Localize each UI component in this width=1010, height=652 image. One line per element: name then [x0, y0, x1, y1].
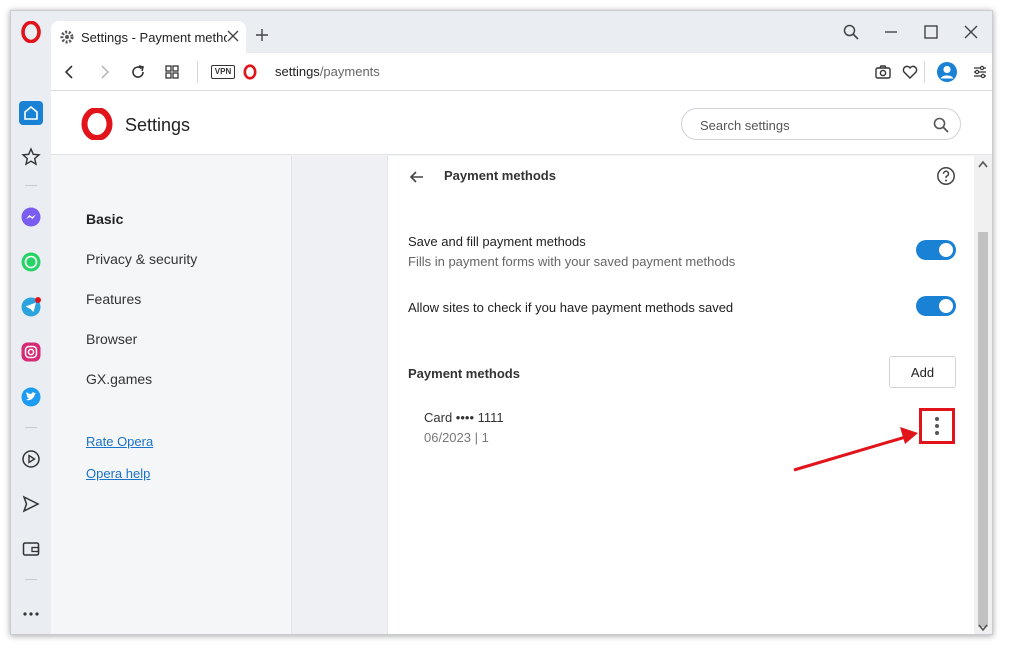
sidebar-divider-3 [25, 579, 37, 580]
scroll-thumb[interactable] [978, 232, 988, 627]
scroll-up-icon[interactable] [978, 160, 988, 168]
kebab-dot [935, 431, 939, 435]
tab-title: Settings - Payment methods [81, 29, 227, 45]
toggle-knob [939, 299, 953, 313]
content-gutter [291, 156, 387, 634]
browser-window: Settings - Payment methods [10, 10, 993, 635]
allow-check-toggle[interactable] [916, 296, 956, 316]
profile-avatar-icon[interactable] [936, 61, 958, 83]
close-window-icon[interactable] [962, 23, 980, 41]
card-title: Card •••• 1111 [424, 410, 504, 425]
wallet-icon[interactable] [21, 539, 41, 559]
player-icon[interactable] [21, 449, 41, 469]
toggle-knob [939, 243, 953, 257]
nav-item-basic[interactable]: Basic [86, 211, 123, 227]
opera-help-link[interactable]: Opera help [86, 466, 150, 481]
settings-page: Settings Basic Privacy & security Featur… [51, 91, 992, 634]
instagram-icon[interactable] [21, 342, 41, 362]
sidebar-divider-2 [25, 427, 37, 428]
tabs-grid-icon[interactable] [163, 63, 181, 81]
gear-icon [60, 30, 74, 44]
save-fill-toggle[interactable] [916, 240, 956, 260]
kebab-dot [935, 424, 939, 428]
search-input[interactable] [700, 116, 920, 134]
nav-item-features[interactable]: Features [86, 291, 141, 307]
save-fill-title: Save and fill payment methods [408, 234, 586, 249]
home-icon[interactable] [19, 101, 43, 125]
help-icon[interactable] [936, 166, 956, 186]
search-settings-box[interactable] [681, 108, 961, 140]
search-tabs-icon[interactable] [842, 23, 860, 41]
nav-item-privacy-security[interactable]: Privacy & security [86, 251, 197, 267]
maximize-icon[interactable] [922, 23, 940, 41]
back-icon[interactable] [61, 63, 79, 81]
camera-icon[interactable] [874, 63, 892, 81]
panel-title: Payment methods [444, 168, 556, 183]
url-field[interactable]: settings/payments [275, 64, 380, 79]
star-icon[interactable] [21, 147, 41, 167]
telegram-icon[interactable] [21, 297, 41, 317]
close-tab-icon[interactable] [226, 29, 240, 43]
address-separator [197, 61, 198, 83]
add-payment-button[interactable]: Add [889, 356, 956, 388]
back-arrow-icon[interactable] [408, 168, 426, 186]
tab-settings[interactable]: Settings - Payment methods [51, 21, 246, 53]
scroll-down-icon[interactable] [978, 624, 988, 632]
forward-icon[interactable] [95, 63, 113, 81]
more-icon[interactable] [21, 604, 41, 624]
scrollbar[interactable] [974, 156, 992, 634]
card-expiry: 06/2023 | 1 [424, 430, 489, 445]
reload-icon[interactable] [129, 63, 147, 81]
heart-icon[interactable] [901, 63, 919, 81]
kebab-dot [935, 417, 939, 421]
page-title: Settings [125, 115, 191, 135]
allow-check-title: Allow sites to check if you have payment… [408, 300, 734, 315]
easy-setup-icon[interactable] [971, 63, 989, 81]
opera-menu-icon[interactable] [21, 21, 41, 43]
send-icon[interactable] [21, 494, 41, 514]
nav-item-browser[interactable]: Browser [86, 331, 137, 347]
url-path: /payments [319, 64, 380, 79]
minimize-icon[interactable] [882, 23, 900, 41]
payment-methods-panel: Payment methods Save and fill payment me… [387, 156, 974, 634]
title-bar: Settings - Payment methods [11, 11, 992, 53]
card-more-actions-button[interactable] [919, 408, 955, 444]
whatsapp-icon[interactable] [21, 252, 41, 272]
toolbar-separator [924, 61, 925, 83]
sidebar-divider [25, 185, 37, 186]
vpn-badge[interactable]: VPN [211, 65, 235, 79]
browser-sidebar [11, 91, 51, 634]
save-fill-subtitle: Fills in payment forms with your saved p… [408, 254, 736, 269]
nav-item-gx-games[interactable]: GX.games [86, 371, 152, 387]
search-icon[interactable] [932, 116, 950, 134]
messenger-icon[interactable] [21, 207, 41, 227]
twitter-icon[interactable] [21, 387, 41, 407]
section-label: Payment methods [408, 366, 520, 381]
opera-icon [243, 64, 257, 80]
url-host: settings [275, 64, 320, 79]
address-bar: VPN settings/payments [51, 53, 992, 91]
rate-opera-link[interactable]: Rate Opera [86, 434, 153, 449]
opera-logo [81, 108, 113, 140]
new-tab-icon[interactable] [255, 28, 269, 42]
settings-header: Settings [51, 91, 992, 155]
settings-nav: Basic Privacy & security Features Browse… [51, 156, 291, 634]
